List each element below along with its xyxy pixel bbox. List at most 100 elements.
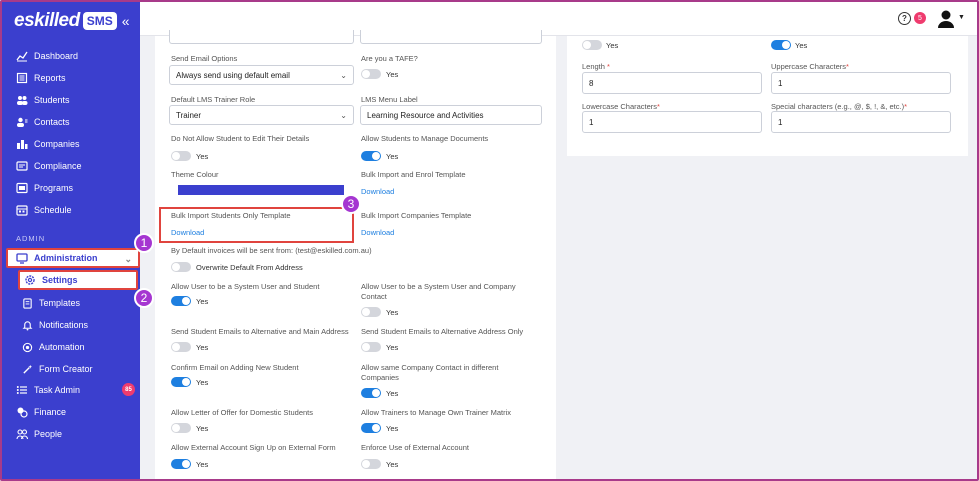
- sidebar-item-label: Contacts: [34, 117, 70, 127]
- invoice-from-label: By Default invoices will be sent from: (…: [171, 246, 372, 255]
- contacts-icon: [17, 117, 28, 127]
- password-option-toggle-a[interactable]: [582, 40, 602, 50]
- system-user-company-label: Allow User to be a System User and Compa…: [361, 282, 516, 301]
- password-option-toggle-b[interactable]: [771, 40, 791, 50]
- sidebar-item-compliance[interactable]: Compliance: [16, 157, 82, 175]
- collapse-icon[interactable]: «: [122, 13, 130, 29]
- bulk-students-download-link[interactable]: Download: [171, 228, 204, 237]
- external-signup-toggle[interactable]: [171, 459, 191, 469]
- letter-offer-label: Allow Letter of Offer for Domestic Stude…: [171, 408, 314, 417]
- tafe-toggle-label: Yes: [386, 70, 399, 79]
- trainer-role-label: Default LMS Trainer Role: [171, 95, 256, 104]
- callout-2: 2: [134, 288, 154, 308]
- templates-icon: [23, 297, 32, 309]
- same-contact-toggle[interactable]: [361, 388, 381, 398]
- length-value: 8: [589, 78, 594, 88]
- length-input[interactable]: 8: [582, 72, 762, 94]
- lowercase-label-text: Lowercase Characters: [582, 102, 658, 111]
- sidebar-item-programs[interactable]: Programs: [16, 179, 73, 197]
- sidebar-item-people[interactable]: People: [16, 425, 62, 443]
- manage-documents-toggle[interactable]: [361, 151, 381, 161]
- trainer-role-select[interactable]: Trainer ⌄: [169, 105, 354, 125]
- send-email-value: Always send using default email: [176, 70, 290, 80]
- callout-1: 1: [134, 233, 154, 253]
- lowercase-input[interactable]: 1: [582, 111, 762, 133]
- sidebar-item-settings[interactable]: Settings: [18, 270, 138, 290]
- sidebar-item-task-admin[interactable]: Task Admin: [16, 381, 80, 399]
- alt-only-email-toggle-label: Yes: [386, 343, 399, 352]
- trainer-role-value: Trainer: [176, 110, 202, 120]
- uppercase-input[interactable]: 1: [771, 72, 951, 94]
- length-label-text: Length: [582, 62, 605, 71]
- uppercase-label: Uppercase Characters*: [771, 62, 849, 72]
- bulk-students-template-label: Bulk Import Students Only Template: [171, 211, 291, 220]
- alt-only-email-toggle[interactable]: [361, 342, 381, 352]
- sidebar-item-automation[interactable]: Automation: [22, 338, 85, 356]
- sidebar-item-label: Schedule: [34, 205, 72, 215]
- task-admin-badge: 85: [122, 383, 135, 396]
- enforce-external-toggle[interactable]: [361, 459, 381, 469]
- brand-logo[interactable]: eskilled SMS «: [14, 10, 130, 32]
- system-user-student-label: Allow User to be a System User and Stude…: [171, 282, 320, 291]
- sidebar-item-administration[interactable]: Administration ⌄: [6, 248, 140, 268]
- sidebar-item-label: Programs: [34, 183, 74, 193]
- confirm-email-toggle[interactable]: [171, 377, 191, 387]
- previous-field-input[interactable]: [360, 30, 542, 44]
- external-signup-label: Allow External Account Sign Up on Extern…: [171, 443, 336, 452]
- sidebar-item-templates[interactable]: Templates: [22, 294, 80, 312]
- letter-offer-toggle[interactable]: [171, 423, 191, 433]
- trainer-matrix-label: Allow Trainers to Manage Own Trainer Mat…: [361, 408, 512, 417]
- sidebar-item-dashboard[interactable]: Dashboard: [16, 47, 78, 65]
- sidebar-item-label: Compliance: [34, 161, 82, 171]
- user-menu-caret-icon[interactable]: ▼: [958, 14, 965, 21]
- lms-menu-label: LMS Menu Label: [361, 95, 418, 104]
- monitor-icon: [16, 253, 28, 264]
- enforce-external-label: Enforce Use of External Account: [361, 443, 469, 452]
- sidebar-item-label: Reports: [34, 73, 66, 83]
- bulk-enrol-download-link[interactable]: Download: [361, 187, 394, 196]
- user-avatar-icon[interactable]: [936, 10, 956, 28]
- bulk-companies-download-link[interactable]: Download: [361, 228, 394, 237]
- manage-documents-label: Allow Students to Manage Documents: [361, 134, 489, 143]
- overwrite-from-toggle[interactable]: [171, 262, 191, 272]
- settings-card-general: Send Email Options Always send using def…: [155, 30, 556, 479]
- callout-3: 3: [341, 194, 361, 214]
- sidebar-item-label: Task Admin: [34, 385, 81, 395]
- sidebar-item-finance[interactable]: Finance: [16, 403, 66, 421]
- magic-wand-icon: [23, 364, 33, 374]
- theme-colour-swatch[interactable]: [178, 185, 344, 195]
- chevron-down-icon: ⌄: [124, 254, 132, 264]
- previous-field-select[interactable]: [169, 30, 354, 44]
- alt-main-email-toggle-label: Yes: [196, 343, 209, 352]
- task-list-icon: [16, 386, 27, 394]
- no-edit-details-toggle[interactable]: [171, 151, 191, 161]
- system-user-company-toggle-label: Yes: [386, 308, 399, 317]
- help-badge: 5: [914, 12, 926, 24]
- password-option-toggle-a-label: Yes: [606, 41, 619, 50]
- send-email-select[interactable]: Always send using default email ⌄: [169, 65, 354, 85]
- sidebar-item-notifications[interactable]: Notifications: [22, 316, 88, 334]
- sidebar-item-label: Finance: [34, 407, 67, 417]
- alt-main-email-toggle[interactable]: [171, 342, 191, 352]
- required-marker: *: [846, 62, 849, 71]
- sidebar-item-label: Automation: [39, 342, 85, 352]
- chart-line-icon: [16, 51, 28, 62]
- help-icon[interactable]: ?: [898, 12, 911, 25]
- people-icon: [16, 429, 28, 440]
- sidebar-item-contacts[interactable]: Contacts: [16, 113, 70, 131]
- system-user-company-toggle[interactable]: [361, 307, 381, 317]
- no-edit-details-toggle-label: Yes: [196, 152, 209, 161]
- special-characters-input[interactable]: 1: [771, 111, 951, 133]
- sidebar-item-students[interactable]: Students: [16, 91, 70, 109]
- trainer-matrix-toggle[interactable]: [361, 423, 381, 433]
- tafe-toggle[interactable]: [361, 69, 381, 79]
- sidebar-item-reports[interactable]: Reports: [16, 69, 66, 87]
- sidebar-item-form-creator[interactable]: Form Creator: [22, 360, 93, 378]
- confirm-email-toggle-label: Yes: [196, 378, 209, 387]
- trainer-matrix-toggle-label: Yes: [386, 424, 399, 433]
- sidebar-item-companies[interactable]: Companies: [16, 135, 80, 153]
- sidebar-item-label: Dashboard: [34, 51, 79, 61]
- sidebar-item-schedule[interactable]: Schedule: [16, 201, 72, 219]
- lms-menu-input[interactable]: Learning Resource and Activities: [360, 105, 542, 125]
- system-user-student-toggle[interactable]: [171, 296, 191, 306]
